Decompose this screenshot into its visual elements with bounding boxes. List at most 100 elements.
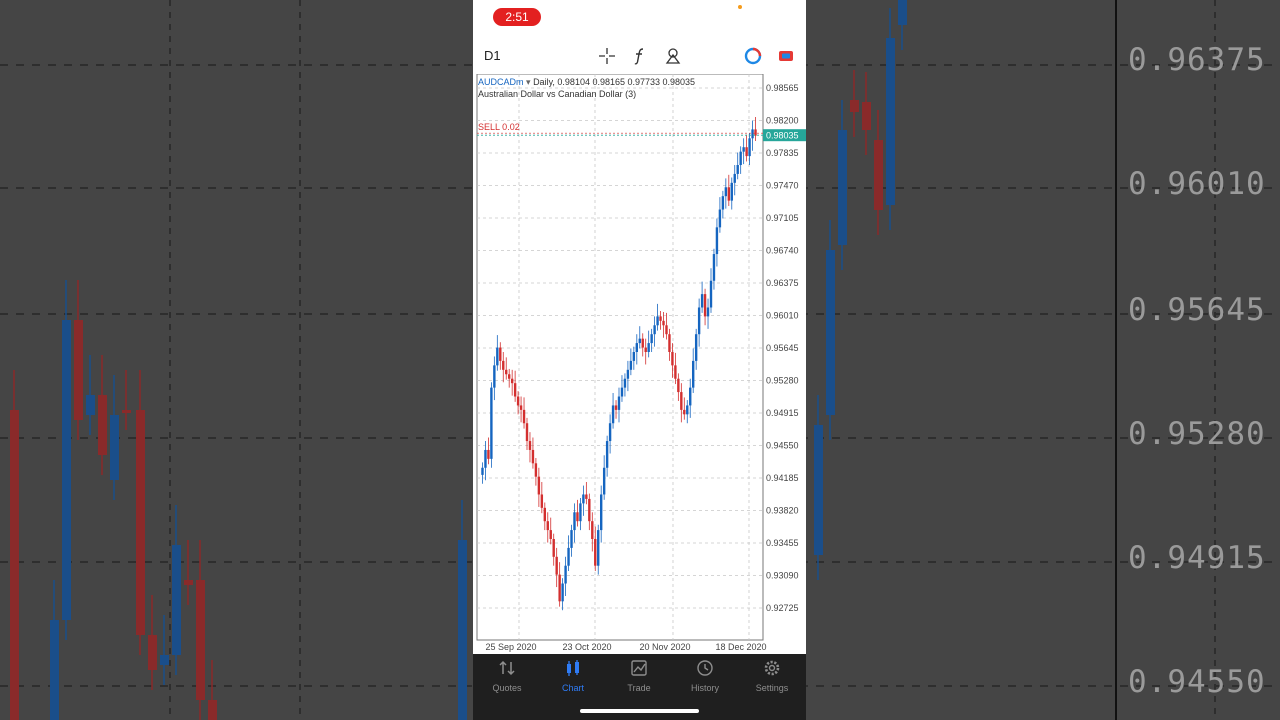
candle-body xyxy=(493,365,496,388)
candle-body xyxy=(561,583,564,602)
chart-toolbar: D1 xyxy=(473,40,806,72)
candle-body xyxy=(662,320,665,326)
candle-body xyxy=(505,369,508,375)
chart-symbol[interactable]: AUDCADm xyxy=(478,77,524,87)
x-tick-label: 25 Sep 2020 xyxy=(485,642,536,652)
quotes-icon xyxy=(499,660,515,676)
bg-candle-body xyxy=(148,635,157,670)
candle-body xyxy=(644,347,647,353)
candle-body xyxy=(499,347,502,361)
chart-period: Daily xyxy=(533,77,553,87)
settings-icon xyxy=(764,660,780,676)
candle-body xyxy=(680,392,683,410)
tab-quotes[interactable]: Quotes xyxy=(477,658,537,698)
candle-body xyxy=(594,538,597,566)
bg-candle-body xyxy=(160,655,169,665)
candle-body xyxy=(608,423,612,442)
y-tick-label: 0.93820 xyxy=(766,506,799,516)
candle-body xyxy=(543,507,547,522)
crosshair-icon[interactable] xyxy=(597,46,617,66)
bg-price-label: 0.95645 xyxy=(1128,292,1266,328)
candle-body xyxy=(709,280,713,308)
candle-body xyxy=(537,476,541,495)
tab-trade[interactable]: Trade xyxy=(609,658,669,698)
bg-candle-body xyxy=(86,395,95,415)
candle-body xyxy=(691,360,695,388)
candle-body xyxy=(683,409,686,415)
candle-body xyxy=(567,547,570,566)
bg-price-label: 0.96375 xyxy=(1128,42,1266,78)
bg-candle-body xyxy=(862,102,871,130)
account-icon[interactable] xyxy=(743,46,763,66)
status-indicator-dot xyxy=(738,5,742,9)
candle-body xyxy=(513,383,517,397)
candle-body xyxy=(727,187,731,201)
candle-body xyxy=(742,147,745,152)
candle-body xyxy=(632,352,636,361)
chart-header: AUDCADm ▾ Daily, 0.98104 0.98165 0.97733… xyxy=(478,77,696,87)
candle-body xyxy=(694,334,698,361)
price-chart[interactable]: 0.98565 0.98200 0.97835 0.97470 0.97105 0.967… xyxy=(475,74,806,654)
bg-price-label: 0.94915 xyxy=(1128,540,1266,576)
y-tick-label: 0.98565 xyxy=(766,83,799,93)
candle-body xyxy=(597,530,600,566)
bg-candle-body xyxy=(196,580,205,700)
candle-body xyxy=(659,316,662,321)
y-tick-label: 0.97835 xyxy=(766,148,799,158)
candle-body xyxy=(611,405,615,424)
candle-body xyxy=(733,173,736,183)
bg-candle-body xyxy=(874,140,883,210)
candle-body xyxy=(552,538,555,557)
tab-settings[interactable]: Settings xyxy=(742,658,802,698)
trade-tab-icon xyxy=(631,660,647,676)
candle-body xyxy=(715,227,719,255)
candle-body xyxy=(576,512,579,522)
sell-position-label[interactable]: SELL 0.02 xyxy=(478,122,520,132)
bg-candle-body xyxy=(62,320,71,620)
candle-body xyxy=(623,378,627,388)
bg-candle-body xyxy=(886,38,895,205)
chart-description: Australian Dollar vs Canadian Dollar (3) xyxy=(478,89,637,99)
candle-body xyxy=(516,396,520,406)
bg-candle-body xyxy=(10,410,19,720)
y-tick-label: 0.96375 xyxy=(766,278,799,288)
candle-body xyxy=(502,360,505,370)
objects-icon[interactable] xyxy=(663,46,683,66)
candle-body xyxy=(573,512,576,531)
candle-body xyxy=(638,338,641,344)
x-tick-label: 20 Nov 2020 xyxy=(639,642,690,652)
y-tick-label: 0.95645 xyxy=(766,343,799,353)
candle-body xyxy=(754,129,757,136)
indicator-f-icon[interactable] xyxy=(630,46,650,66)
tab-history[interactable]: History xyxy=(675,658,735,698)
candle-body xyxy=(650,334,653,344)
y-tick-label: 0.92725 xyxy=(766,603,799,613)
candle-body xyxy=(525,423,529,442)
y-tick-label: 0.95280 xyxy=(766,376,799,386)
candle-body xyxy=(510,378,514,384)
bg-candle-body xyxy=(184,580,193,585)
candle-body xyxy=(528,441,532,450)
history-icon xyxy=(697,660,713,676)
candle-body xyxy=(626,369,630,379)
bg-candle-body xyxy=(898,0,907,25)
candle-body xyxy=(617,396,621,410)
y-tick-label: 0.93090 xyxy=(766,571,799,581)
candle-body xyxy=(591,521,594,539)
chart-ohlc: 0.98104 0.98165 0.97733 0.98035 xyxy=(557,77,696,87)
y-tick-label: 0.94185 xyxy=(766,473,799,483)
tab-chart[interactable]: Chart xyxy=(543,658,603,698)
candle-body xyxy=(522,409,526,424)
bg-candle-body xyxy=(208,700,217,720)
bg-price-label: 0.94550 xyxy=(1128,664,1266,700)
candle-body xyxy=(558,574,561,602)
phone-screen: 2:51 D1 0.98565 0.98200 0.97835 0.97470 0.97… xyxy=(473,0,806,720)
y-tick-label: 0.97105 xyxy=(766,213,799,223)
candle-body xyxy=(689,387,692,406)
bg-candle-body xyxy=(74,320,83,420)
candle-body xyxy=(487,449,490,459)
bg-candle-body xyxy=(98,395,107,455)
timeframe-button[interactable]: D1 xyxy=(484,48,501,63)
candle-body xyxy=(629,360,633,370)
trade-icon[interactable] xyxy=(776,46,796,66)
